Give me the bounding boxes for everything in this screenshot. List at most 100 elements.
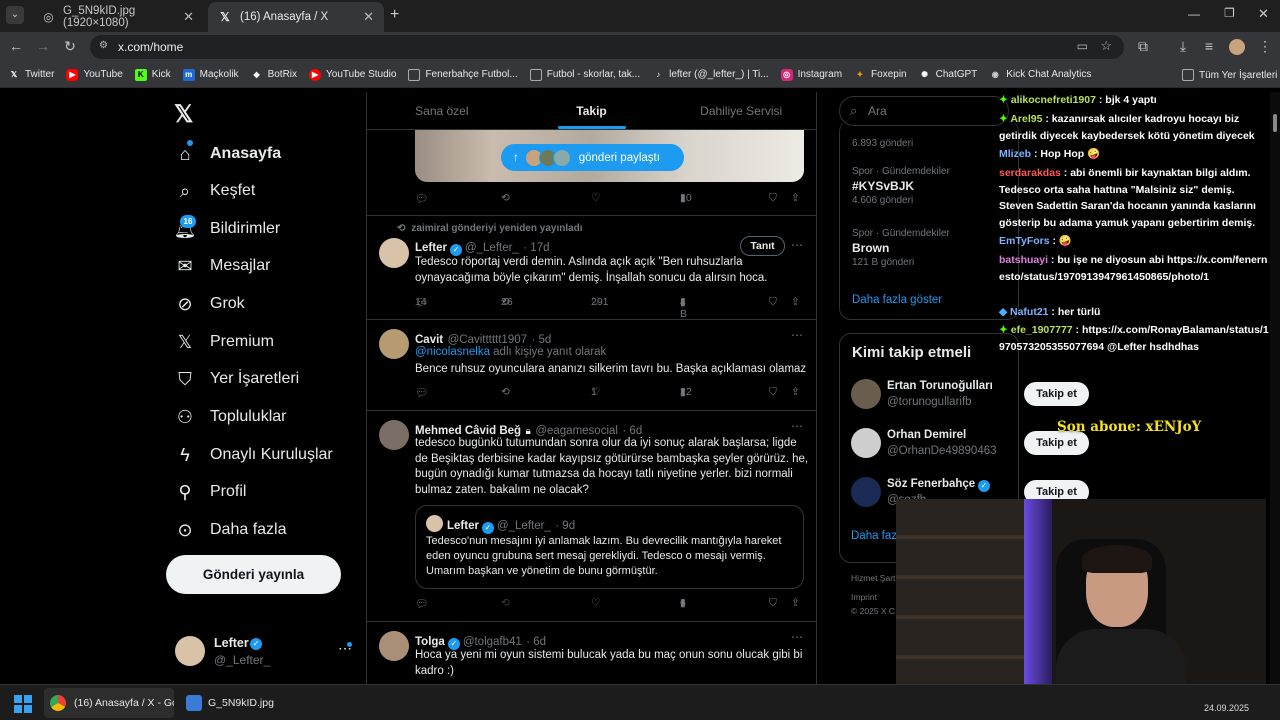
bookmark-kick[interactable]: K Kick <box>134 68 171 81</box>
extensions-icon[interactable]: ⧉ <box>1133 38 1153 55</box>
suggestion-row[interactable]: Ertan Torunoğulları @torunogullarifb <box>851 378 1021 412</box>
author-handle[interactable]: @_Lefter_ <box>465 242 519 254</box>
close-icon[interactable]: ✕ <box>183 9 194 25</box>
bookmark-botrix[interactable]: ◆ BotRix <box>251 69 297 81</box>
post-button[interactable]: Gönderi yayınla <box>166 555 341 594</box>
share-icon[interactable]: ⇪ <box>791 192 800 204</box>
tab-for-you[interactable]: Sana özel <box>367 92 517 129</box>
reply-mention[interactable]: @nicolasnelka <box>415 346 490 358</box>
author-handle[interactable]: @Cavitttttt1907 <box>448 334 527 346</box>
nav-home[interactable]: ⌂ Anasayfa <box>175 140 281 168</box>
bookmark-tiktok[interactable]: ♪ lefter (@_lefter_) | Ti... <box>652 69 768 81</box>
nav-premium[interactable]: 𝕏 Premium <box>175 328 274 356</box>
repost-icon[interactable]: ⟲ <box>501 597 510 609</box>
menu-icon[interactable]: ⋮ <box>1255 38 1275 55</box>
post-tolga[interactable]: Tolga ✓ @tolgafb41 · 6d ⋯ Hoca ya yeni mi … <box>367 622 816 684</box>
bookmark-foxepin[interactable]: ✦ Foxepin <box>854 69 907 81</box>
new-tab-icon[interactable]: + <box>390 6 399 24</box>
window-close-icon[interactable]: ✕ <box>1258 6 1269 22</box>
bookmark-fenerbahce[interactable]: Fenerbahçe Futbol... <box>408 68 518 81</box>
share-icon[interactable]: ⇪ <box>791 597 800 609</box>
author-name[interactable]: Cavit <box>415 334 443 346</box>
address-bar[interactable]: ⚙ x.com/home ▭ ☆ <box>90 35 1124 59</box>
nav-more[interactable]: ⊙ Daha fazla <box>175 516 286 544</box>
more-icon[interactable]: ⋯ <box>791 328 803 342</box>
show-more-link[interactable]: Daha faz <box>851 530 897 542</box>
star-icon[interactable]: ☆ <box>1100 38 1112 54</box>
scrollbar-thumb[interactable] <box>1273 114 1277 132</box>
nav-grok[interactable]: ⊘ Grok <box>175 290 244 318</box>
post-mehmed[interactable]: Mehmed Câvid Beğ 🔒︎ @eagamesocial · 6d ⋯… <box>367 411 816 622</box>
post-time[interactable]: · 17d <box>523 242 549 254</box>
author-handle[interactable]: @tolgafb41 <box>463 636 522 648</box>
post-time[interactable]: · 6d <box>526 636 546 648</box>
share-icon[interactable]: ⇪ <box>791 296 800 308</box>
bookmark-icon[interactable]: ⛉ <box>769 296 777 309</box>
avatar[interactable] <box>379 329 409 359</box>
author-name[interactable]: Lefter <box>415 242 447 254</box>
nav-communities[interactable]: ⚇ Topluluklar <box>175 403 287 431</box>
suggestion-row[interactable]: Orhan Demirel @OrhanDe49890463 <box>851 427 1021 461</box>
tab-search-button[interactable]: ⌄ <box>6 6 24 24</box>
post-lefter[interactable]: ⟲ zaimiral gönderiyi yeniden yayınladı Le… <box>367 216 816 320</box>
nav-verified-orgs[interactable]: ϟ Onaylı Kuruluşlar <box>175 441 332 469</box>
promote-button[interactable]: Tanıt <box>740 236 785 256</box>
post-time[interactable]: · 5d <box>531 334 551 346</box>
bookmark-kick-analytics[interactable]: ◉ Kick Chat Analytics <box>989 69 1092 81</box>
footer-link[interactable]: Imprint <box>851 592 877 602</box>
author-name[interactable]: Tolga <box>415 636 445 648</box>
start-icon[interactable] <box>14 695 32 713</box>
avatar[interactable] <box>379 420 409 450</box>
repost-icon[interactable]: ⟲ <box>501 192 510 204</box>
taskbar-item-chrome[interactable]: (16) Anasayfa / X - Goog <box>44 688 174 718</box>
new-posts-pill[interactable]: ↑ gönderi paylaştı <box>501 144 684 171</box>
x-logo-icon[interactable]: 𝕏 <box>174 100 193 129</box>
reply-icon[interactable]: 💬︎ <box>415 192 428 205</box>
post-cavit[interactable]: Cavit @Cavitttttt1907 · 5d ⋯ @nicolasnel… <box>367 320 816 411</box>
scrollbar[interactable] <box>1270 92 1280 684</box>
taskbar-date[interactable]: 24.09.2025 <box>1204 703 1249 713</box>
taskbar-item-image[interactable]: G_5N9kID.jpg <box>180 688 290 718</box>
minimize-icon[interactable]: — <box>1188 7 1200 21</box>
nav-bookmarks[interactable]: ⛉ Yer İşaretleri <box>175 365 299 393</box>
share-icon[interactable]: ⇪ <box>791 386 800 398</box>
cast-icon[interactable]: ▭ <box>1077 39 1088 53</box>
avatar[interactable] <box>379 238 409 268</box>
nav-explore[interactable]: ⌕ Keşfet <box>175 177 255 205</box>
search-input[interactable]: ⌕ Ara <box>839 96 1009 126</box>
tab-following[interactable]: Takip <box>517 92 667 129</box>
nav-messages[interactable]: ✉ Mesajlar <box>175 252 270 280</box>
like-icon[interactable]: ♡ <box>591 192 600 204</box>
media-icon[interactable]: ≡ <box>1199 38 1219 54</box>
bookmark-chatgpt[interactable]: ✺ ChatGPT <box>919 69 977 81</box>
like-icon[interactable]: ♡ <box>591 597 600 609</box>
bookmark-youtube[interactable]: ▶ YouTube <box>66 68 123 81</box>
show-more-link[interactable]: Daha fazla göster <box>852 294 942 306</box>
account-switcher[interactable]: Lefter ✓ @_Lefter_ ⋯ <box>175 634 355 670</box>
download-icon[interactable]: ⤓ <box>1173 38 1193 55</box>
bookmark-futbol[interactable]: Futbol - skorlar, tak... <box>529 68 640 81</box>
trend-item[interactable]: Spor · Gündemdekiler Brown 121 B gönderi <box>852 228 1012 274</box>
bookmark-icon[interactable]: ⛉ <box>769 597 777 610</box>
more-icon[interactable]: ⋯ <box>791 419 803 433</box>
reload-icon[interactable]: ↻ <box>60 38 80 55</box>
bookmark-icon[interactable]: ⛉ <box>769 192 777 205</box>
reply-icon[interactable]: 💬︎ <box>415 597 428 610</box>
repost-icon[interactable]: ⟲ <box>501 386 510 398</box>
reply-icon[interactable]: 💬︎ <box>415 386 428 399</box>
follow-button[interactable]: Takip et <box>1024 382 1089 406</box>
bookmark-instagram[interactable]: ◎ Instagram <box>780 68 842 81</box>
back-icon[interactable]: ← <box>6 38 26 54</box>
avatar[interactable] <box>379 631 409 661</box>
bookmark-youtube-studio[interactable]: ▶ YouTube Studio <box>309 68 396 81</box>
all-bookmarks[interactable]: Tüm Yer İşaretleri <box>1182 69 1277 81</box>
forward-icon[interactable]: → <box>33 38 53 54</box>
quoted-post[interactable]: Lefter ✓ @_Lefter_ · 9d Tedesco'nun mesajı… <box>415 505 804 589</box>
nav-notifications[interactable]: 🔔︎ Bildirimler 16 <box>174 215 280 243</box>
site-info-icon[interactable]: ⚙ <box>99 40 108 51</box>
tab-x-home[interactable]: 𝕏 (16) Anasayfa / X ✕ <box>208 2 384 32</box>
restore-icon[interactable]: ❐ <box>1224 6 1235 20</box>
bookmark-mackolik[interactable]: m Maçkolik <box>182 68 239 81</box>
more-icon[interactable]: ⋯ <box>791 238 803 252</box>
tab-list[interactable]: Dahiliye Servisi <box>666 92 816 129</box>
